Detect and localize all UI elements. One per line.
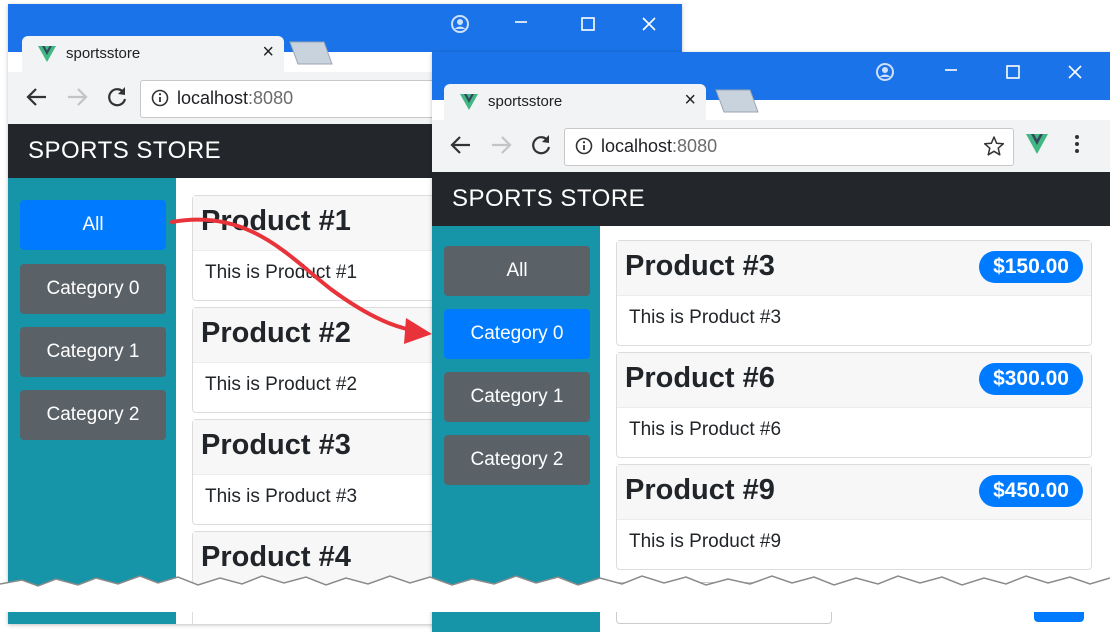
product-card-header: Product #3 $150.00 bbox=[617, 241, 1091, 296]
product-card: Product #9 $450.00 This is Product #9 bbox=[616, 464, 1092, 570]
info-icon[interactable] bbox=[575, 137, 593, 155]
url-port: :8080 bbox=[248, 88, 294, 108]
product-card: Product #6 $300.00 This is Product #6 bbox=[616, 352, 1092, 458]
address-bar[interactable]: localhost:8080 bbox=[564, 128, 1014, 166]
product-description: This is Product #1 bbox=[205, 262, 358, 283]
category-button-2[interactable]: Category 2 bbox=[444, 435, 590, 485]
maximize-icon[interactable] bbox=[573, 14, 603, 34]
window-close-icon[interactable] bbox=[634, 14, 664, 34]
product-name: Product #3 bbox=[201, 429, 351, 461]
price-badge: $150.00 bbox=[979, 251, 1083, 283]
product-name: Product #4 bbox=[201, 541, 351, 573]
minimize-icon[interactable] bbox=[506, 8, 536, 28]
store-brand: SPORTS STORE bbox=[28, 137, 222, 164]
store-brand: SPORTS STORE bbox=[452, 185, 646, 212]
page-size-select[interactable] bbox=[616, 582, 832, 624]
product-description: This is Product #6 bbox=[629, 419, 782, 440]
category-button-1[interactable]: Category 1 bbox=[444, 372, 590, 422]
category-button-all[interactable]: All bbox=[20, 200, 166, 250]
product-card-header: Product #6 $300.00 bbox=[617, 353, 1091, 408]
product-name: Product #3 bbox=[625, 250, 775, 282]
url-text: localhost:8080 bbox=[177, 88, 293, 109]
url-host: localhost bbox=[177, 88, 249, 108]
product-description: This is Product #2 bbox=[205, 374, 358, 395]
close-icon[interactable]: × bbox=[262, 41, 274, 64]
url-text: localhost:8080 bbox=[601, 136, 717, 157]
product-name: Product #1 bbox=[201, 205, 351, 237]
vue-logo-icon bbox=[38, 46, 56, 62]
vue-logo-icon bbox=[460, 94, 478, 110]
price-badge: $300.00 bbox=[979, 363, 1083, 395]
forward-arrow-icon[interactable] bbox=[64, 84, 90, 110]
product-list: Product #3 $150.00 This is Product #3 Pr… bbox=[600, 226, 1110, 632]
product-description: This is Product #9 bbox=[629, 531, 782, 552]
info-icon[interactable] bbox=[151, 89, 169, 107]
product-card-header: Product #9 $450.00 bbox=[617, 465, 1091, 520]
vue-devtools-icon[interactable] bbox=[1026, 134, 1048, 154]
profile-icon[interactable] bbox=[445, 14, 475, 34]
tab-title: sportsstore bbox=[66, 45, 141, 62]
maximize-icon[interactable] bbox=[998, 62, 1028, 82]
product-name: Product #9 bbox=[625, 474, 775, 506]
back-arrow-icon[interactable] bbox=[24, 84, 50, 110]
url-port: :8080 bbox=[672, 136, 718, 156]
tab-title: sportsstore bbox=[488, 93, 563, 110]
product-description: This is Product #3 bbox=[205, 486, 358, 507]
minimize-icon[interactable] bbox=[936, 56, 966, 76]
menu-dots-icon[interactable] bbox=[1072, 132, 1082, 156]
url-host: localhost bbox=[601, 136, 673, 156]
category-button-1[interactable]: Category 1 bbox=[20, 327, 166, 377]
new-tab-button[interactable] bbox=[714, 88, 760, 114]
pagination-button[interactable] bbox=[1034, 582, 1084, 622]
product-name: Product #2 bbox=[201, 317, 351, 349]
category-button-0[interactable]: Category 0 bbox=[444, 309, 590, 359]
browser-window-front: sportsstore × localhost:8080 SPORTS STOR… bbox=[432, 52, 1110, 632]
window-close-icon[interactable] bbox=[1060, 62, 1090, 82]
category-button-0[interactable]: Category 0 bbox=[20, 264, 166, 314]
back-arrow-icon[interactable] bbox=[448, 132, 474, 158]
store-navbar: SPORTS STORE bbox=[432, 172, 1110, 226]
product-description: This is Product #3 bbox=[629, 307, 782, 328]
reload-icon[interactable] bbox=[104, 84, 130, 110]
star-icon[interactable] bbox=[983, 135, 1005, 157]
category-button-2[interactable]: Category 2 bbox=[20, 390, 166, 440]
forward-arrow-icon[interactable] bbox=[488, 132, 514, 158]
price-badge: $450.00 bbox=[979, 475, 1083, 507]
new-tab-button[interactable] bbox=[288, 40, 334, 66]
browser-tab[interactable]: sportsstore × bbox=[22, 36, 284, 72]
category-sidebar: All Category 0 Category 1 Category 2 bbox=[8, 178, 176, 624]
product-name: Product #6 bbox=[625, 362, 775, 394]
reload-icon[interactable] bbox=[528, 132, 554, 158]
category-button-all[interactable]: All bbox=[444, 246, 590, 296]
close-icon[interactable]: × bbox=[684, 89, 696, 112]
category-sidebar: All Category 0 Category 1 Category 2 bbox=[432, 226, 600, 632]
browser-toolbar: localhost:8080 bbox=[432, 120, 1110, 173]
profile-icon[interactable] bbox=[870, 62, 900, 82]
browser-tab[interactable]: sportsstore × bbox=[444, 84, 706, 120]
product-card: Product #3 $150.00 This is Product #3 bbox=[616, 240, 1092, 346]
